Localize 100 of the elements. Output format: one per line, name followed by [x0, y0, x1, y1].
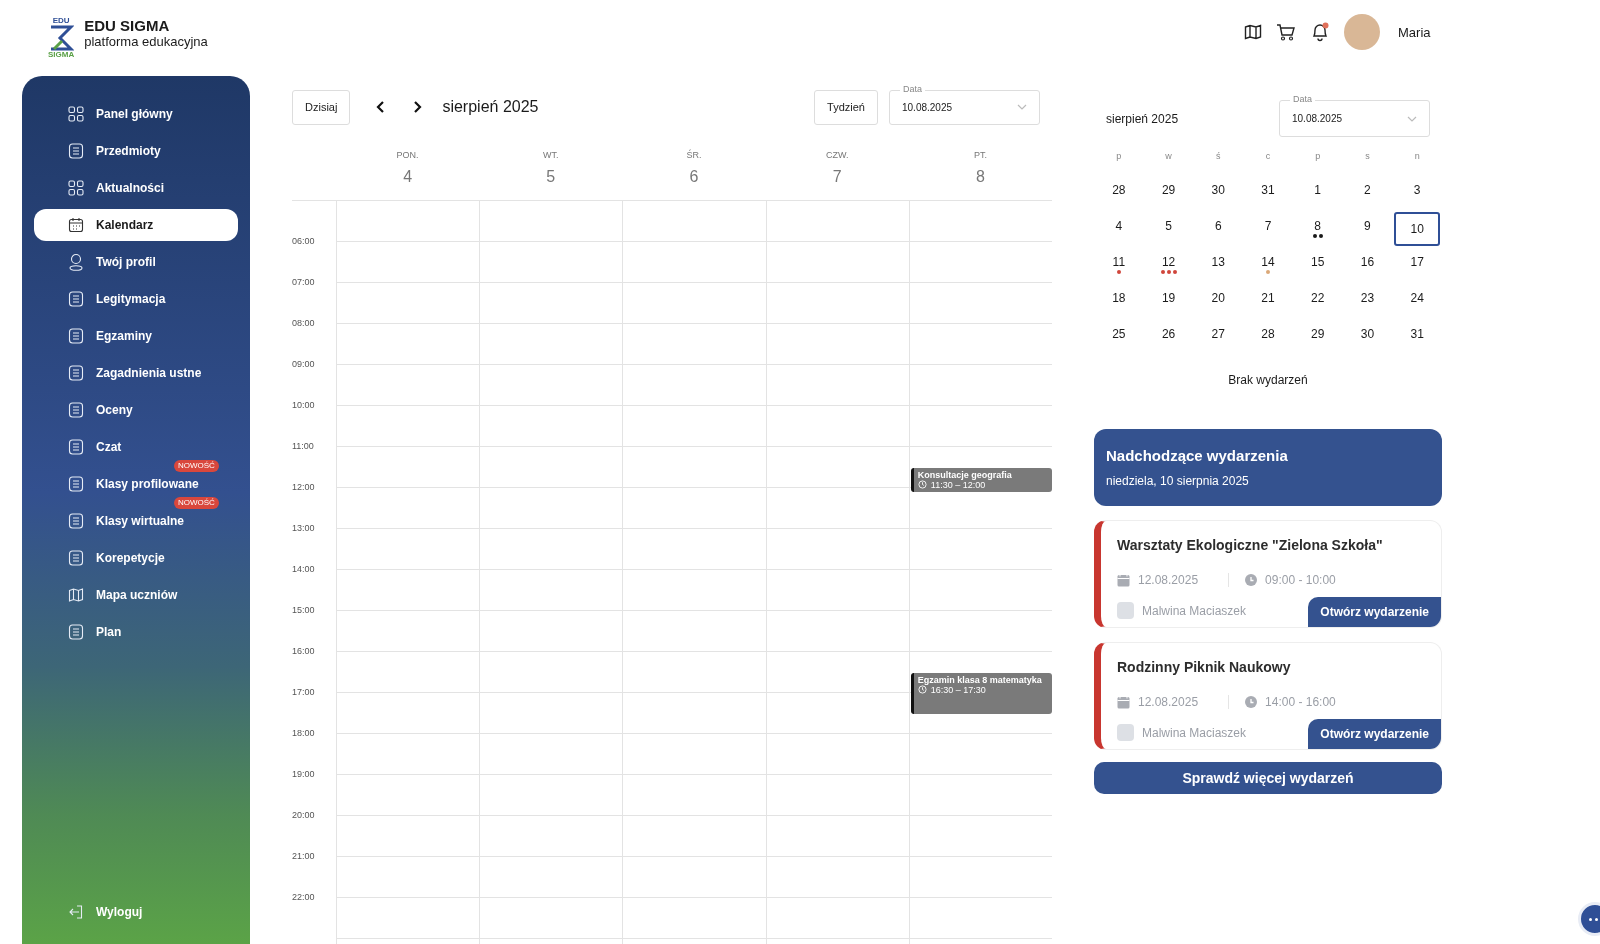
weekday-label: n — [1413, 151, 1421, 163]
sidebar-item[interactable]: Kalendarz — [34, 209, 238, 241]
calendar-day[interactable]: 31 — [1394, 320, 1440, 354]
document-icon — [68, 550, 84, 566]
sidebar-item[interactable]: Plan — [34, 620, 238, 644]
next-icon[interactable] — [412, 100, 423, 114]
day-number: 4 — [403, 168, 413, 186]
calendar-day[interactable]: 22 — [1294, 284, 1341, 318]
calendar-day[interactable]: 7 — [1245, 212, 1291, 246]
hour-label: 07:00 — [292, 277, 315, 287]
calendar-day[interactable]: 19 — [1145, 284, 1192, 318]
user-icon — [68, 253, 84, 271]
hour-label: 18:00 — [292, 728, 315, 738]
new-badge: NOWOŚĆ — [174, 460, 219, 472]
sidebar-item[interactable]: Twój profil — [34, 250, 238, 274]
more-events-button[interactable]: Sprawdź więcej wydarzeń — [1094, 762, 1442, 794]
week-view-button[interactable]: Tydzień — [814, 89, 878, 125]
calendar-day[interactable]: 9 — [1344, 212, 1391, 246]
grid-icon — [68, 106, 84, 122]
sidebar-item[interactable]: Panel główny — [34, 102, 238, 126]
calendar-day[interactable]: 23 — [1344, 284, 1391, 318]
hour-label: 17:00 — [292, 687, 315, 697]
calendar-day[interactable]: 25 — [1096, 320, 1142, 354]
open-event-button[interactable]: Otwórz wydarzenie — [1308, 719, 1441, 749]
event-title: Warsztaty Ekologiczne "Zielona Szkoła" — [1117, 537, 1384, 553]
sidebar-item[interactable]: Mapa uczniów — [34, 583, 238, 607]
calendar-day[interactable]: 24 — [1394, 284, 1440, 318]
previous-icon[interactable] — [376, 100, 387, 114]
calendar-day[interactable]: 28 — [1245, 320, 1291, 354]
weekday-label: PON. — [396, 150, 419, 160]
sidebar-item[interactable]: Zagadnienia ustne — [34, 361, 238, 385]
calendar-day[interactable]: 12 — [1145, 248, 1192, 282]
calendar-day[interactable]: 5 — [1145, 212, 1192, 246]
weekday-label: ŚR. — [686, 150, 702, 160]
brand-subtitle: platforma edukacyjna — [84, 34, 208, 49]
new-badge: NOWOŚĆ — [174, 497, 219, 509]
day-number: 5 — [546, 168, 556, 186]
sidebar-item[interactable]: Egzaminy — [34, 324, 238, 348]
event-time: 14:00 - 16:00 — [1265, 695, 1336, 709]
clock-icon — [917, 685, 927, 694]
calendar-day[interactable]: 29 — [1294, 320, 1341, 354]
calendar-day[interactable]: 10 — [1394, 212, 1440, 246]
open-event-button[interactable]: Otwórz wydarzenie — [1308, 597, 1441, 627]
calendar-day[interactable]: 1 — [1294, 176, 1341, 210]
calendar-day[interactable]: 27 — [1195, 320, 1242, 354]
event-date: 12.08.2025 — [1138, 695, 1199, 709]
calendar-day[interactable]: 4 — [1096, 212, 1142, 246]
document-icon — [68, 513, 84, 529]
calendar-day[interactable]: 31 — [1245, 176, 1291, 210]
calendar-day[interactable]: 17 — [1394, 248, 1440, 282]
sidebar-item[interactable]: Oceny — [34, 398, 238, 422]
document-icon — [68, 624, 84, 640]
person-avatar — [1117, 602, 1134, 619]
calendar-event[interactable]: Konsultacje geografia 11:30 – 12:00 — [910, 467, 1052, 492]
calendar-day[interactable]: 30 — [1195, 176, 1242, 210]
hour-label: 10:00 — [292, 400, 315, 410]
document-icon — [68, 402, 84, 418]
chevron-down-icon — [1017, 104, 1027, 110]
map-icon[interactable] — [1244, 24, 1262, 40]
cart-icon[interactable] — [1276, 23, 1296, 41]
sidebar-item[interactable]: Korepetycje — [34, 546, 238, 570]
calendar-day[interactable]: 2 — [1344, 176, 1391, 210]
document-icon — [68, 328, 84, 344]
sidebar-item[interactable]: Klasy wirtualne — [34, 509, 238, 533]
calendar-icon — [1117, 573, 1130, 587]
sidebar-item[interactable]: Przedmioty — [34, 139, 238, 163]
calendar-day[interactable]: 13 — [1195, 248, 1242, 282]
sidebar-item[interactable]: Klasy profilowane — [34, 472, 238, 496]
hour-label: 12:00 — [292, 482, 315, 492]
month-title: sierpień 2025 — [442, 98, 539, 116]
calendar-day[interactable]: 18 — [1096, 284, 1142, 318]
today-button[interactable]: Dzisiaj — [292, 89, 351, 125]
sidebar-item[interactable]: Czat — [34, 435, 238, 459]
calendar-day[interactable]: 20 — [1195, 284, 1242, 318]
calendar-day[interactable]: 26 — [1145, 320, 1192, 354]
weekday-label: CZW. — [825, 150, 849, 160]
calendar-day[interactable]: 29 — [1145, 176, 1192, 210]
upcoming-title: Nadchodzące wydarzenia — [1106, 447, 1289, 464]
document-icon — [68, 439, 84, 455]
calendar-day[interactable]: 21 — [1245, 284, 1291, 318]
calendar-day[interactable]: 30 — [1344, 320, 1391, 354]
sidebar-item[interactable]: Legitymacja — [34, 287, 238, 311]
sidebar-item[interactable]: Aktualności — [34, 176, 238, 200]
person-avatar — [1117, 724, 1134, 741]
calendar-day[interactable]: 15 — [1294, 248, 1341, 282]
bell-icon[interactable] — [1310, 22, 1330, 42]
month-title: sierpień 2025 — [1106, 111, 1179, 126]
calendar-day[interactable]: 11 — [1096, 248, 1142, 282]
event-date: 12.08.2025 — [1138, 573, 1199, 587]
calendar-day[interactable]: 6 — [1195, 212, 1242, 246]
hour-label: 16:00 — [292, 646, 315, 656]
calendar-event[interactable]: Egzamin klasa 8 matematyka 16:30 – 17:30 — [910, 672, 1052, 714]
hour-label: 20:00 — [292, 810, 315, 820]
upcoming-date: niedziela, 10 sierpnia 2025 — [1106, 474, 1250, 488]
calendar-day[interactable]: 3 — [1394, 176, 1440, 210]
calendar-day[interactable]: 28 — [1096, 176, 1142, 210]
no-events-text: Brak wydarzeń — [1227, 373, 1309, 387]
calendar-day[interactable]: 14 — [1245, 248, 1291, 282]
calendar-day[interactable]: 8 — [1294, 212, 1341, 246]
calendar-day[interactable]: 16 — [1344, 248, 1391, 282]
